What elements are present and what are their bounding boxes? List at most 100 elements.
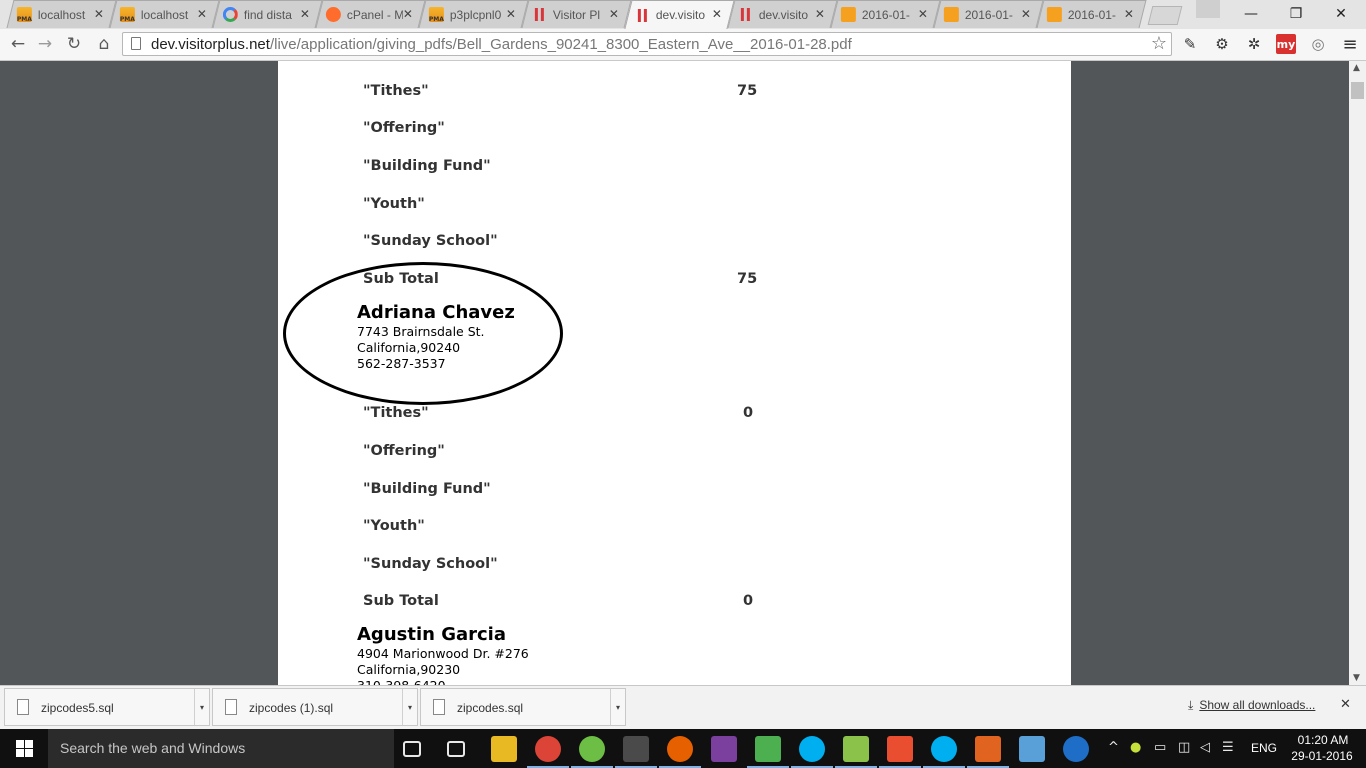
visitorplus-icon — [635, 8, 650, 23]
calendar-app-icon[interactable] — [1019, 736, 1045, 762]
bug-extension-button[interactable]: ✲ — [1244, 34, 1264, 54]
download-menu-button[interactable]: ▾ — [402, 689, 417, 725]
tab-content: p3plcpnl0 ✕ — [428, 1, 518, 28]
close-downloads-button[interactable]: ✕ — [1340, 697, 1351, 712]
tab-close-icon[interactable]: ✕ — [712, 7, 722, 21]
tab[interactable]: 2016-01- ✕ — [830, 0, 941, 28]
tab-close-icon[interactable]: ✕ — [94, 7, 104, 21]
network-app-icon[interactable] — [755, 736, 781, 762]
tab[interactable]: cPanel - M ✕ — [315, 0, 426, 28]
tab[interactable]: p3plcpnl0 ✕ — [418, 0, 529, 28]
scroll-up-arrow-icon[interactable]: ▲ — [1353, 63, 1360, 73]
tab-close-icon[interactable]: ✕ — [1124, 7, 1134, 21]
download-item[interactable]: zipcodes (1).sql ▾ — [212, 688, 418, 726]
bug-icon: ✲ — [1247, 35, 1261, 53]
network-icon[interactable]: ◫ — [1178, 740, 1190, 755]
tab-close-icon[interactable]: ✕ — [1021, 7, 1031, 21]
scroll-thumb[interactable] — [1351, 82, 1364, 99]
tab-close-icon[interactable]: ✕ — [506, 7, 516, 21]
feed-icon — [840, 7, 856, 22]
tab-content: dev.visito ✕ — [635, 1, 724, 29]
store-icon[interactable] — [447, 741, 465, 757]
donor-address: 7743 Brairnsdale St. — [357, 324, 485, 339]
tab[interactable]: find dista ✕ — [212, 0, 323, 28]
url-host: dev.visitorplus.net — [151, 36, 270, 53]
utorrent-icon[interactable] — [579, 736, 605, 762]
eyedropper-extension-button[interactable]: ✎ — [1180, 34, 1200, 54]
tab[interactable]: 2016-01- ✕ — [933, 0, 1044, 28]
tab[interactable]: dev.visito ✕ — [624, 0, 735, 29]
tab-close-icon[interactable]: ✕ — [609, 7, 619, 21]
skype-alt-icon[interactable] — [931, 736, 957, 762]
address-bar[interactable]: dev.visitorplus.net/live/application/giv… — [122, 32, 1172, 56]
download-item[interactable]: zipcodes.sql ▾ — [420, 688, 626, 726]
tab[interactable]: localhost ✕ — [109, 0, 220, 28]
donor-address: 4904 Marionwood Dr. #276 — [357, 646, 529, 661]
download-menu-button[interactable]: ▾ — [194, 689, 209, 725]
tab[interactable]: dev.visito ✕ — [727, 0, 838, 28]
download-item[interactable]: zipcodes5.sql ▾ — [4, 688, 210, 726]
minimize-button[interactable]: — — [1228, 0, 1274, 28]
settings-app-icon[interactable] — [975, 736, 1001, 762]
skype-icon[interactable] — [799, 736, 825, 762]
clock-date[interactable]: 29-01-2016 — [1290, 749, 1354, 763]
notepadpp-icon[interactable] — [843, 736, 869, 762]
tab-close-icon[interactable]: ✕ — [403, 7, 413, 21]
tab[interactable]: Visitor Pl ✕ — [521, 0, 632, 28]
tab-close-icon[interactable]: ✕ — [300, 7, 310, 21]
sublime-icon[interactable] — [623, 736, 649, 762]
forward-button[interactable]: → — [33, 33, 57, 55]
page-icon — [131, 37, 141, 50]
tray-chevron-icon[interactable]: ^ — [1108, 740, 1119, 755]
download-menu-button[interactable]: ▾ — [610, 689, 625, 725]
tab-content: localhost ✕ — [16, 1, 106, 28]
start-button[interactable] — [0, 729, 48, 768]
tab-close-icon[interactable]: ✕ — [918, 7, 928, 21]
reload-button[interactable]: ↻ — [62, 33, 86, 55]
chevron-down-icon: ▾ — [615, 702, 620, 712]
tray-addon-icon[interactable]: ● — [1130, 740, 1141, 755]
windows-taskbar: Search the web and Windows ^ ● ▭ ◫ ◁ ☰ E… — [0, 729, 1366, 768]
browser-toolbar: ← → ↻ ⌂ dev.visitorplus.net/live/applica… — [0, 29, 1366, 61]
task-view-icon[interactable] — [403, 741, 421, 757]
tab-strip: localhost✕localhost✕find dista✕cPanel - … — [0, 0, 1366, 29]
tab-label: localhost — [37, 7, 86, 22]
url-text[interactable]: dev.visitorplus.net/live/application/giv… — [151, 36, 852, 53]
chrome-menu-button[interactable]: ≡ — [1340, 34, 1360, 55]
globe-extension-button[interactable]: ◎ — [1308, 34, 1328, 54]
tab-label: 2016-01- — [964, 7, 1013, 22]
taskbar-search-box[interactable]: Search the web and Windows — [48, 729, 394, 768]
chrome-icon[interactable] — [535, 736, 561, 762]
home-button[interactable]: ⌂ — [92, 33, 116, 55]
scroll-down-arrow-icon[interactable]: ▼ — [1353, 673, 1360, 683]
close-window-button[interactable]: ✕ — [1318, 0, 1364, 28]
tab-close-icon[interactable]: ✕ — [197, 7, 207, 21]
visitorplus-icon — [738, 7, 753, 22]
profile-button[interactable] — [1196, 0, 1220, 18]
file-icon — [225, 699, 237, 715]
new-tab-button[interactable] — [1147, 6, 1183, 25]
language-indicator[interactable]: ENG — [1251, 741, 1277, 755]
battery-icon[interactable]: ▭ — [1154, 740, 1166, 755]
volume-icon[interactable]: ◁ — [1200, 740, 1210, 755]
help-icon[interactable] — [1063, 736, 1089, 762]
tithes-label: "Tithes" — [363, 405, 429, 421]
winrar-icon[interactable] — [711, 736, 737, 762]
action-center-icon[interactable]: ☰ — [1222, 740, 1234, 755]
restore-button[interactable]: ❐ — [1273, 0, 1319, 28]
gear-extension-button[interactable]: ⚙ — [1212, 34, 1232, 54]
my-extension-button[interactable]: my — [1276, 34, 1296, 54]
clock-time[interactable]: 01:20 AM — [1294, 733, 1352, 747]
vertical-scrollbar[interactable]: ▲ ▼ — [1349, 61, 1366, 685]
back-button[interactable]: ← — [6, 33, 30, 55]
git-icon[interactable] — [887, 736, 913, 762]
bookmark-star-button[interactable]: ☆ — [1151, 33, 1167, 54]
tab-close-icon[interactable]: ✕ — [815, 7, 825, 21]
firefox-icon[interactable] — [667, 736, 693, 762]
tab-label: dev.visito — [758, 7, 809, 22]
offering-label: "Offering" — [363, 120, 445, 136]
tab[interactable]: localhost ✕ — [6, 0, 117, 28]
tab[interactable]: 2016-01- ✕ — [1036, 0, 1147, 28]
show-all-downloads-link[interactable]: ⤓ Show all downloads... — [1188, 698, 1315, 713]
file-explorer-icon[interactable] — [491, 736, 517, 762]
